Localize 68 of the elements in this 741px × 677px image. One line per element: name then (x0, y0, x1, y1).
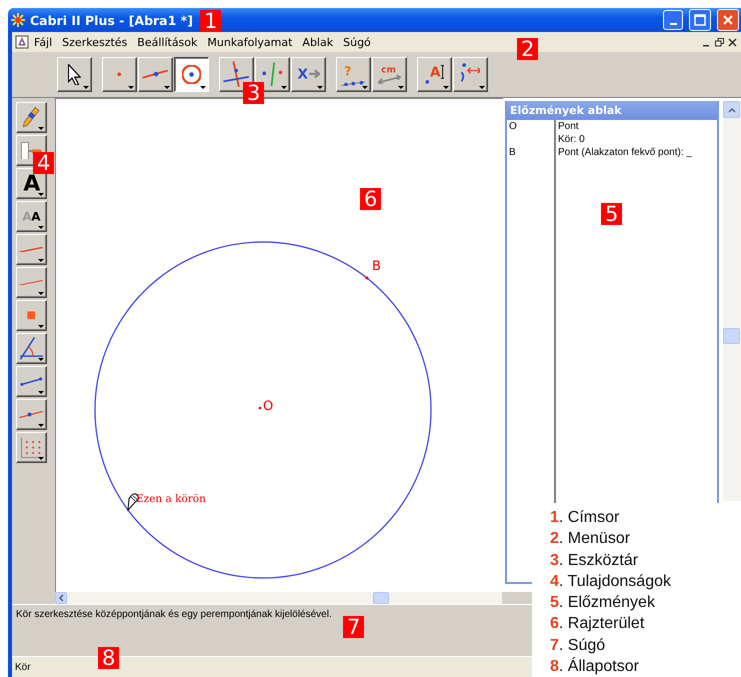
perpendicular-lines-icon (223, 61, 250, 88)
tool-button[interactable] (174, 57, 209, 92)
menu-item[interactable]: Fájl (29, 36, 58, 48)
legend-item: 1. Címsor (550, 508, 620, 528)
circle-point (366, 276, 368, 280)
segment-icon (20, 376, 43, 386)
callout-number: 6 (360, 188, 382, 210)
legend-item: 5. Előzmények (550, 593, 656, 614)
restore-icon[interactable] (715, 38, 724, 46)
scroll-thumb[interactable] (373, 592, 389, 604)
line-icon (19, 280, 44, 286)
line-icon (142, 70, 169, 79)
object-description: Pont (Alakzaton fekvő pont): _ (557, 146, 693, 159)
window-title: Cabri II Plus - [Abra1 *] (30, 12, 193, 28)
tool-button[interactable]: X (291, 57, 326, 92)
legend-item: 3. Eszköztár (550, 550, 640, 571)
symmetry-icon (460, 61, 480, 88)
close-icon[interactable] (728, 38, 737, 46)
object-name: O (508, 120, 518, 133)
menu-item[interactable]: Beállítások (132, 36, 202, 48)
line-icon (19, 410, 44, 418)
menu-item[interactable]: Ablak (297, 36, 338, 48)
close-icon (722, 14, 734, 26)
scroll-thumb[interactable] (723, 328, 740, 344)
callout-number: 7 (343, 616, 364, 638)
center-point (258, 406, 262, 410)
callout-number: 8 (98, 647, 120, 669)
arrow-icon (68, 64, 81, 86)
legend-item: 8. Állapotsor (550, 656, 640, 677)
maximize-icon (694, 14, 706, 26)
close-button[interactable] (717, 9, 739, 31)
legend-item: 4. Tulajdonságok (550, 572, 672, 592)
flower-icon (10, 12, 26, 28)
grid-icon (20, 436, 42, 458)
document-icon (15, 35, 29, 49)
minimize-icon (670, 23, 676, 25)
square-icon (27, 311, 36, 320)
callout-number: 3 (243, 82, 264, 104)
callout-number: 4 (33, 152, 54, 174)
status-text: Kör (15, 662, 31, 672)
menu-item[interactable]: Súgó (338, 36, 376, 48)
vertical-scrollbar[interactable] (723, 101, 741, 501)
tool-button[interactable]: AA (16, 201, 47, 232)
object-name: B (508, 146, 517, 159)
legend-item: 7. Súgó (550, 636, 606, 656)
callout-number: 5 (601, 203, 622, 225)
menu-item[interactable]: Munkafolyamat (202, 36, 298, 48)
legend-item: 6. Rajzterület (550, 614, 646, 634)
legend-item: 2. Menüsor (550, 529, 632, 550)
point-label: B (372, 259, 381, 274)
minimize-button[interactable] (663, 10, 683, 30)
object-description: Kör: 0 (557, 133, 586, 146)
point-label: O (263, 399, 274, 414)
menu-item[interactable]: Szerkesztés (57, 36, 132, 48)
maximize-button[interactable] (689, 9, 711, 31)
callout-number: 2 (517, 38, 538, 60)
history-title: Előzmények ablak (507, 101, 717, 120)
line-icon (19, 246, 44, 252)
parallel-lines-icon (262, 62, 283, 87)
pencil-icon (23, 107, 40, 128)
horizontal-scrollbar[interactable] (55, 592, 502, 604)
angle-icon (20, 337, 44, 360)
help-text: Kör szerkesztése középpontjának és egy perempontjának kijelölésével. (16, 609, 332, 620)
object-description: Pont (557, 120, 580, 133)
cursor-hint: Ezen a körön (136, 493, 206, 505)
dot-icon (117, 72, 122, 77)
callout-number: 1 (200, 10, 222, 32)
letters-icon: AA (22, 209, 41, 224)
